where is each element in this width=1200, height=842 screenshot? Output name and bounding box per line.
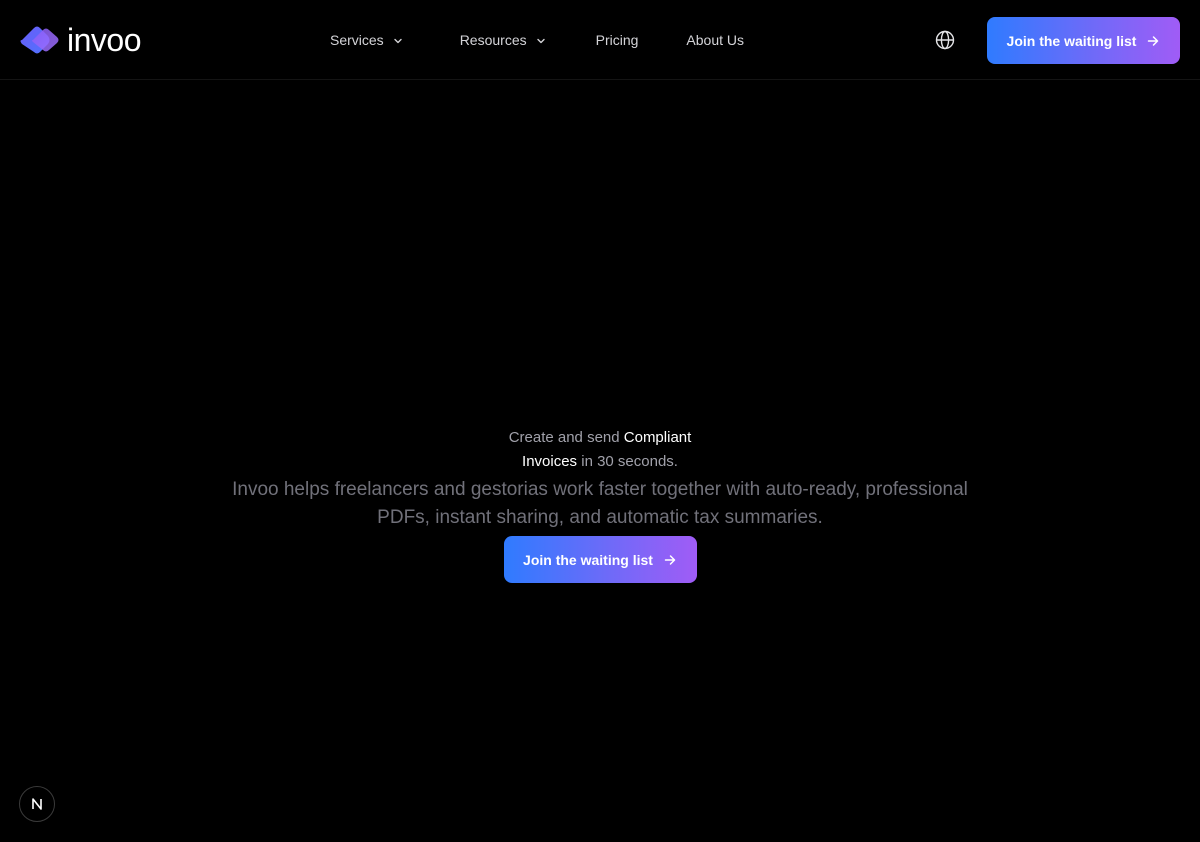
brand-logo-icon	[19, 22, 63, 58]
nav-item-services[interactable]: Services	[330, 32, 404, 48]
nav-item-label: Services	[330, 32, 384, 48]
nav-item-resources[interactable]: Resources	[460, 32, 547, 48]
n-logo-icon[interactable]	[19, 786, 55, 822]
hero-title-part2: in 30 seconds.	[577, 453, 678, 470]
arrow-right-icon	[663, 553, 677, 567]
arrow-right-icon	[1146, 34, 1160, 48]
button-label: Join the waiting list	[1006, 32, 1137, 49]
main-nav: Services Resources Pricing About Us	[330, 0, 744, 80]
hero-title: Create and send Compliant Invoices in 30…	[490, 426, 710, 474]
hero-title-highlight-compliant: Compliant	[623, 429, 692, 446]
hero-join-waiting-list-button[interactable]: Join the waiting list	[503, 536, 697, 583]
hero-section: Create and send Compliant Invoices in 30…	[0, 426, 1200, 583]
site-header: invoo Services Resources Pricing About U…	[0, 0, 1200, 80]
nav-item-label: About Us	[686, 32, 744, 48]
join-waiting-list-button[interactable]: Join the waiting list	[987, 17, 1180, 64]
hero-title-highlight-invoices: Invoices	[522, 453, 578, 470]
nav-item-label: Pricing	[595, 32, 639, 48]
nav-item-pricing[interactable]: Pricing	[596, 32, 639, 48]
button-label: Join the waiting list	[523, 551, 653, 568]
brand-name: invoo	[67, 22, 142, 58]
nav-item-label: Resources	[459, 32, 527, 48]
globe-icon[interactable]	[934, 29, 956, 51]
chevron-down-icon	[535, 34, 547, 46]
hero-title-part1: Create and send	[508, 429, 624, 446]
brand-logo[interactable]: invoo	[19, 22, 142, 58]
page: invoo Services Resources Pricing About U…	[0, 0, 1200, 842]
nav-item-about-us[interactable]: About Us	[686, 32, 744, 48]
hero-subtitle: Invoo helps freelancers and gestorias wo…	[232, 479, 968, 528]
chevron-down-icon	[392, 34, 404, 46]
